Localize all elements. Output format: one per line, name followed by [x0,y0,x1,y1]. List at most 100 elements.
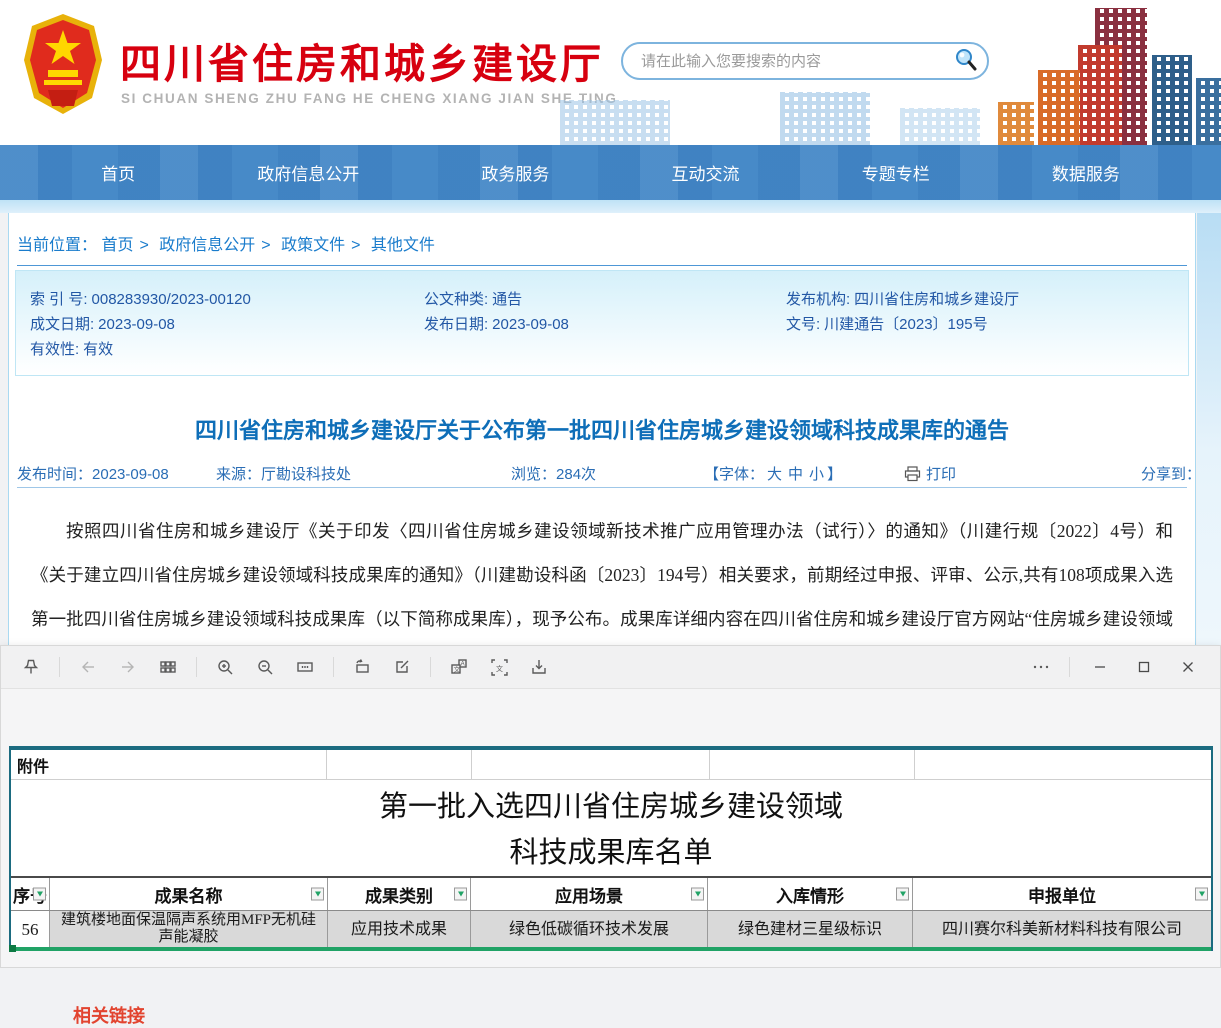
nav-item-services[interactable]: 政务服务 [481,160,549,185]
cell-category[interactable]: 应用技术成果 [328,911,471,947]
table-header-row: 序号 成果名称 成果类别 应用场景 入库情形 申报单位 [11,876,1211,911]
close-icon [1180,659,1196,675]
table-title: 第一批入选四川省住房城乡建设领域 科技成果库名单 [11,780,1211,876]
column-header-unit: 申报单位 [913,878,1211,910]
back-button[interactable] [68,650,108,684]
table-title-line1: 第一批入选四川省住房城乡建设领域 [11,784,1211,830]
arrow-left-icon [79,658,97,676]
share-label[interactable]: 分享到： [1141,463,1201,484]
document-meta-box: 索 引 号:008283930/2023-00120 公文种类:通告 发布机构:… [15,270,1189,376]
breadcrumb-home[interactable]: 首页 [101,237,133,254]
nav-item-interaction[interactable]: 互动交流 [672,160,740,185]
download-button[interactable] [519,650,559,684]
forward-button[interactable] [108,650,148,684]
doc-index-no: 索 引 号:008283930/2023-00120 [30,288,251,309]
breadcrumb-policy-files[interactable]: 政策文件 [281,237,345,254]
nav-item-topics[interactable]: 专题专栏 [862,160,930,185]
pin-button[interactable] [11,650,51,684]
sheet-cell[interactable] [710,750,915,779]
fit-width-button[interactable] [285,650,325,684]
breadcrumb-other-files[interactable]: 其他文件 [371,237,435,254]
filter-arrow-icon [315,892,321,897]
search-box [621,42,989,80]
filter-dropdown-button[interactable] [33,888,46,901]
building-graphic [1152,55,1192,145]
filter-dropdown-button[interactable] [1195,888,1208,901]
minimize-button[interactable] [1078,650,1122,684]
breadcrumb-separator: > [261,237,270,254]
building-graphic [780,92,870,145]
cell-scene[interactable]: 绿色低碳循环技术发展 [471,911,708,947]
article-title: 四川省住房和城乡建设厅关于公布第一批四川省住房城乡建设领域科技成果库的通告 [9,413,1195,445]
close-button[interactable] [1166,650,1210,684]
viewer-toolbar: 文 A 文 [1,646,1220,689]
print-button[interactable]: 打印 [904,463,956,484]
cell-unit[interactable]: 四川赛尔科美新材料科技有限公司 [913,911,1211,947]
grid-view-icon [159,658,177,676]
column-header-scene: 应用场景 [471,878,708,910]
more-options-button[interactable] [1021,650,1061,684]
table-title-line2: 科技成果库名单 [11,830,1211,876]
sheet-cell[interactable] [327,750,472,779]
edit-button[interactable] [382,650,422,684]
article-meta-row: 发布时间：2023-09-08 来源：厅勘设科技处 浏览：284次 【字体：大中… [9,463,1195,489]
download-icon [530,658,548,676]
font-medium-button[interactable]: 中 [788,466,803,483]
translate-icon: 文 A [450,658,469,677]
building-graphic [560,100,670,145]
sheet-cell[interactable] [472,750,710,779]
thumbnail-grid-button[interactable] [148,650,188,684]
search-button[interactable] [949,46,983,76]
national-emblem-logo [22,12,104,116]
filter-dropdown-button[interactable] [691,888,704,901]
ocr-select-button[interactable]: 文 [479,650,519,684]
cell-status[interactable]: 绿色建材三星级标识 [708,911,913,947]
filter-arrow-icon [695,892,701,897]
doc-agency: 发布机构:四川省住房和城乡建设厅 [786,288,1019,309]
building-graphic [1038,70,1080,145]
filter-dropdown-button[interactable] [311,888,324,901]
nav-item-data[interactable]: 数据服务 [1052,160,1120,185]
edit-icon [393,658,411,676]
breadcrumb-gov-info[interactable]: 政府信息公开 [159,237,255,254]
filter-dropdown-button[interactable] [896,888,909,901]
translate-button[interactable]: 文 A [439,650,479,684]
breadcrumb-separator: > [351,237,360,254]
zoom-out-button[interactable] [245,650,285,684]
filter-arrow-icon [1199,892,1205,897]
sheet-cell[interactable] [915,750,1211,779]
related-links-heading[interactable]: 相关链接 [73,1002,145,1028]
ocr-select-icon: 文 [490,658,509,677]
doc-number: 文号:川建通告〔2023〕195号 [786,313,988,334]
sheet-cell[interactable]: 附件 [11,750,327,779]
font-small-button[interactable]: 小 [809,466,824,483]
attachment-sheet: 附件 第一批入选四川省住房城乡建设领域 科技成果库名单 序号 成果名称 成果类别 [9,746,1213,951]
sky-strip [0,200,1221,213]
toolbar-separator [333,657,334,677]
footer-strip: 相关链接 [0,968,1221,1018]
font-large-button[interactable]: 大 [767,466,782,483]
column-header-seq: 序号 [11,878,50,910]
zoom-in-button[interactable] [205,650,245,684]
more-icon [1031,658,1051,676]
zoom-in-icon [216,658,234,676]
search-icon [953,47,979,73]
view-count: 浏览：284次 [511,463,596,484]
doc-write-date: 成文日期:2023-09-08 [30,313,175,334]
main-nav: 首页 政府信息公开 政务服务 互动交流 专题专栏 数据服务 [0,145,1221,200]
cell-seq[interactable]: 56 [11,911,50,947]
cell-name[interactable]: 建筑楼地面保温隔声系统用MFP无机硅声能凝胶 [50,911,328,947]
filter-arrow-icon [900,892,906,897]
building-graphic [998,102,1034,145]
content-container: 当前位置： 首页> 政府信息公开> 政策文件> 其他文件 索 引 号:00828… [8,213,1196,645]
zoom-out-icon [256,658,274,676]
attachment-viewer-window: 文 A 文 [0,645,1221,968]
maximize-button[interactable] [1122,650,1166,684]
nav-item-home[interactable]: 首页 [101,160,135,185]
filter-dropdown-button[interactable] [454,888,467,901]
nav-item-gov-info[interactable]: 政府信息公开 [257,160,359,185]
publish-time: 发布时间：2023-09-08 [17,463,169,484]
rotate-button[interactable] [342,650,382,684]
search-input[interactable] [639,52,949,71]
maximize-icon [1136,659,1152,675]
